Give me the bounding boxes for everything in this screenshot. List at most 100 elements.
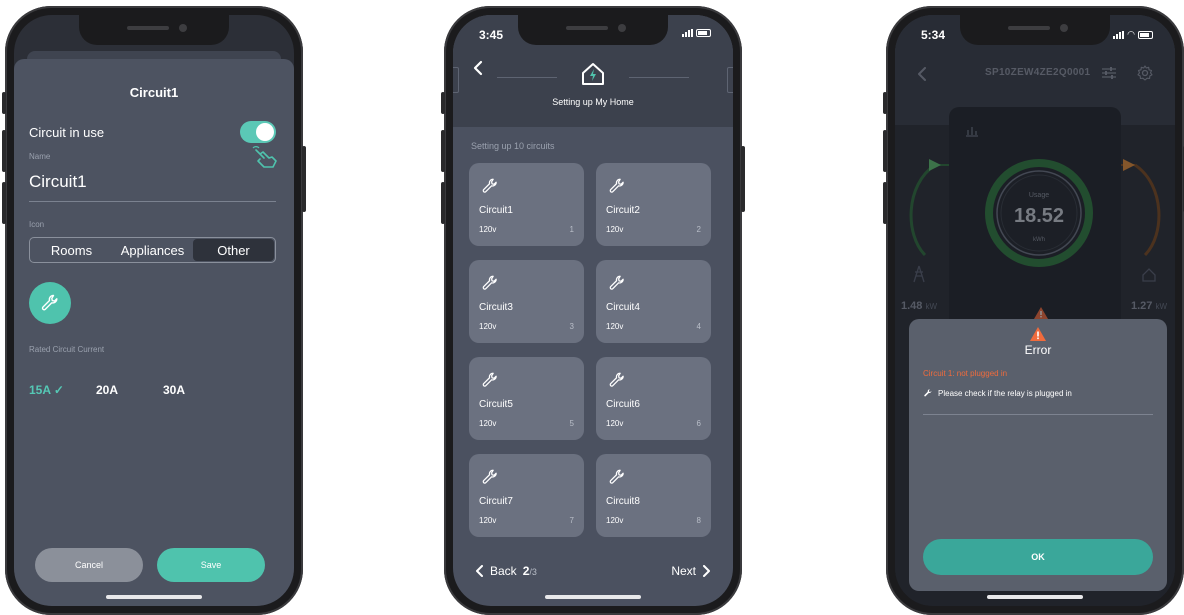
volume-up-button <box>2 130 6 172</box>
circuit-card[interactable]: Circuit8 120v 8 <box>596 454 711 537</box>
selected-icon-button[interactable] <box>29 282 71 324</box>
circuit-number: 2 <box>696 225 701 234</box>
circuit-edit-sheet: Circuit1 Circuit in use Name Circuit1 Ic… <box>14 59 294 606</box>
screen: 5:34 ◠ SP10ZEW4ZE2Q0001 Usage 18.52 kWh … <box>895 15 1175 606</box>
dialog-divider <box>923 414 1153 415</box>
circuit-card[interactable]: Circuit7 120v 7 <box>469 454 584 537</box>
cancel-button[interactable]: Cancel <box>35 548 143 582</box>
circuit-card[interactable]: Circuit1 120v 1 <box>469 163 584 246</box>
icon-category-segmented-control: Rooms Appliances Other <box>29 237 276 263</box>
circuit-in-use-toggle[interactable] <box>240 121 276 143</box>
back-chevron-icon[interactable] <box>471 60 485 76</box>
circuit-name: Circuit1 <box>479 205 513 216</box>
volume-up-button <box>441 130 445 172</box>
signal-icon <box>682 29 693 37</box>
error-message: Circuit 1: not plugged in <box>923 369 1008 378</box>
circuit-in-use-label: Circuit in use <box>29 124 105 140</box>
power-button <box>302 146 306 212</box>
circuit-name: Circuit6 <box>606 399 640 410</box>
volume-up-button <box>883 130 887 172</box>
signal-icon <box>1113 30 1125 39</box>
ok-button[interactable]: OK <box>923 539 1153 575</box>
circuit-name: Circuit7 <box>479 496 513 507</box>
current-option-15a[interactable]: 15A ✓ <box>29 383 96 397</box>
header-divider-right <box>629 77 689 78</box>
save-button[interactable]: Save <box>157 548 265 582</box>
circuit-card[interactable]: Circuit4 120v 4 <box>596 260 711 343</box>
phone-circuit-editor: Circuit1 Circuit in use Name Circuit1 Ic… <box>2 6 306 615</box>
circuit-voltage: 120v <box>479 225 497 234</box>
volume-down-button <box>883 182 887 224</box>
circuit-name: Circuit4 <box>606 302 640 313</box>
status-time: 5:34 <box>921 28 946 42</box>
next-label: Next <box>671 564 696 578</box>
wrench-icon <box>609 275 624 290</box>
current-option-30a[interactable]: 30A <box>163 383 230 397</box>
rated-current-options: 15A ✓ 20A 30A <box>29 383 230 397</box>
circuit-card[interactable]: Circuit6 120v 6 <box>596 357 711 440</box>
circuit-number: 5 <box>569 419 574 428</box>
circuit-number: 4 <box>696 322 701 331</box>
tab-rooms[interactable]: Rooms <box>31 239 112 261</box>
wrench-icon <box>482 178 497 193</box>
circuit-number: 8 <box>696 516 701 525</box>
wrench-icon <box>609 372 624 387</box>
notch <box>960 15 1110 45</box>
tap-hand-icon <box>252 146 277 168</box>
circuit-in-use-row: Circuit in use <box>29 121 276 143</box>
phone-error-dialog: 5:34 ◠ SP10ZEW4ZE2Q0001 Usage 18.52 kWh … <box>883 6 1184 615</box>
back-button[interactable]: Back 2/3 <box>475 564 537 578</box>
setup-subtitle: Setting up 10 circuits <box>471 141 555 151</box>
circuit-voltage: 120v <box>479 516 497 525</box>
screen: Circuit1 Circuit in use Name Circuit1 Ic… <box>14 15 294 606</box>
home-energy-icon <box>582 63 604 85</box>
help-message-row: Please check if the relay is plugged in <box>923 388 1072 398</box>
circuit-card[interactable]: Circuit3 120v 3 <box>469 260 584 343</box>
wrench-icon <box>924 389 932 397</box>
home-indicator[interactable] <box>987 595 1083 599</box>
current-option-20a[interactable]: 20A <box>96 383 163 397</box>
circuit-grid: Circuit1 120v 1 Circuit2 120v 2 Circuit3 120v 3 C… <box>469 163 711 537</box>
circuit-name: Circuit8 <box>606 496 640 507</box>
status-icons: ◠ <box>1113 29 1153 40</box>
battery-icon <box>1138 30 1153 39</box>
error-dialog: Error Circuit 1: not plugged in Please c… <box>909 319 1167 591</box>
wrench-icon <box>482 372 497 387</box>
checkmark-icon: ✓ <box>53 383 64 397</box>
circuit-card[interactable]: Circuit5 120v 5 <box>469 357 584 440</box>
home-indicator[interactable] <box>106 595 202 599</box>
wrench-icon <box>41 294 58 311</box>
tab-appliances[interactable]: Appliances <box>112 239 193 261</box>
name-field-underline <box>29 201 276 202</box>
wrench-icon <box>482 469 497 484</box>
circuit-name: Circuit2 <box>606 205 640 216</box>
mute-switch <box>2 92 6 114</box>
circuit-voltage: 120v <box>479 419 497 428</box>
screen: 3:45 Setting up My Home Setting up 10 ci… <box>453 15 733 606</box>
page-total: /3 <box>529 567 537 577</box>
circuit-voltage: 120v <box>606 419 624 428</box>
warning-icon <box>1030 327 1046 341</box>
mute-switch <box>441 92 445 114</box>
name-field[interactable]: Circuit1 <box>29 172 87 192</box>
circuit-voltage: 120v <box>479 322 497 331</box>
wrench-icon <box>609 469 624 484</box>
circuit-number: 6 <box>696 419 701 428</box>
circuit-number: 7 <box>569 516 574 525</box>
chevron-right-icon <box>703 565 710 577</box>
volume-down-button <box>2 182 6 224</box>
circuit-card[interactable]: Circuit2 120v 2 <box>596 163 711 246</box>
wifi-icon: ◠ <box>1127 29 1135 39</box>
current-option-label: 15A <box>29 383 51 397</box>
status-icons <box>682 29 711 37</box>
notch <box>518 15 668 45</box>
wrench-icon <box>482 275 497 290</box>
back-label: Back <box>490 564 517 578</box>
rated-current-label: Rated Circuit Current <box>29 345 105 354</box>
page-title: Circuit1 <box>129 85 179 100</box>
next-step-edge <box>727 67 733 93</box>
home-indicator[interactable] <box>545 595 641 599</box>
next-button[interactable]: Next <box>671 564 711 578</box>
tab-other[interactable]: Other <box>193 239 274 261</box>
chevron-left-icon <box>476 565 483 577</box>
